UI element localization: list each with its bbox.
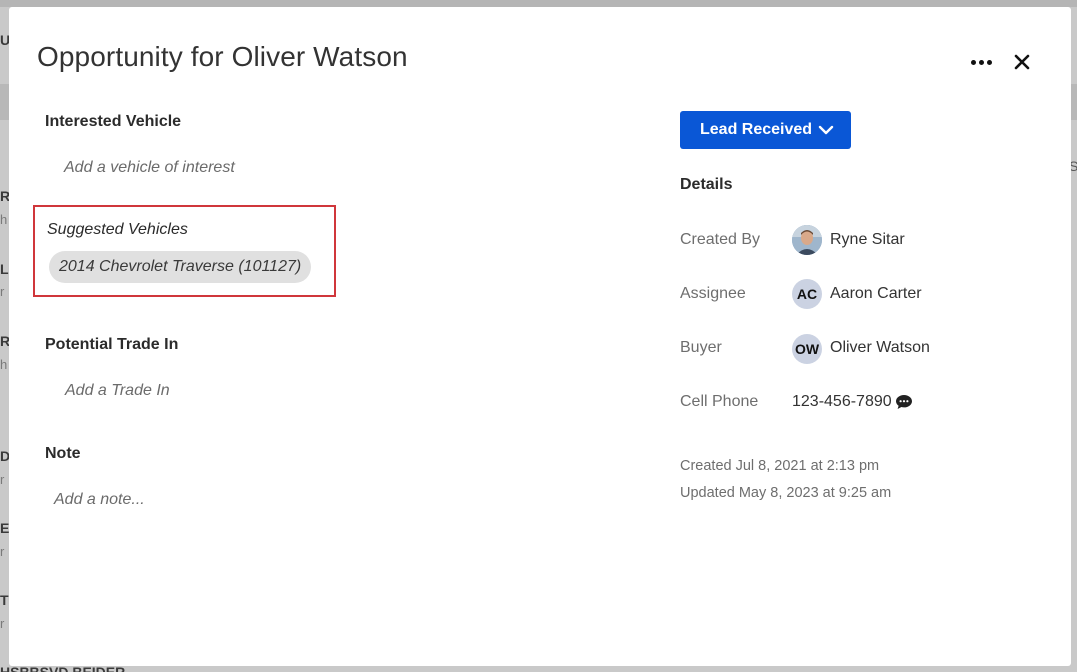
background-text-fragment: R [0,188,9,204]
background-text-fragment: h [0,212,8,227]
more-dot-icon [986,59,992,65]
background-text-fragment: r [0,472,5,487]
avatar: OW [792,334,822,364]
status-dropdown-label: Lead Received [700,121,813,138]
more-dot-icon [970,59,976,65]
add-trade-in-link[interactable]: Add a Trade In [65,382,170,400]
more-options-button[interactable] [967,49,995,75]
note-label: Note [45,445,81,462]
close-button[interactable] [1009,49,1035,75]
assignee-label: Assignee [680,285,746,302]
potential-trade-in-label: Potential Trade In [45,336,179,353]
suggested-vehicles-panel: Suggested Vehicles 2014 Chevrolet Traver… [33,205,336,297]
buyer-value: Oliver Watson [830,339,930,356]
background-text-fragment: E [0,520,9,536]
created-by-label: Created By [680,231,761,248]
interested-vehicle-label: Interested Vehicle [45,113,182,130]
cell-phone-value: 123-456-7890 [792,393,892,410]
suggested-vehicle-chip[interactable]: 2014 Chevrolet Traverse (101127) [49,251,312,283]
background-text-fragment: U [0,32,9,48]
created-by-value: Ryne Sitar [830,231,905,248]
assignee-value: Aaron Carter [830,285,922,302]
background-text-fragment: r [0,544,5,559]
cell-phone-label: Cell Phone [680,393,759,410]
background-topbar [0,0,1077,7]
close-icon [1014,54,1030,70]
background-text-fragment: r [0,284,5,299]
background-row-strip [0,84,9,120]
chevron-down-icon [818,125,834,135]
avatar: AC [792,279,822,309]
opportunity-modal: Opportunity for Oliver Watson Interested… [9,7,1071,666]
background-text-fragment: D [0,448,9,464]
background-text-fragment: T [0,592,9,608]
background-text-fragment: h [0,357,8,372]
details-heading: Details [680,176,733,193]
avatar [792,225,822,255]
background-text-fragment: L [0,261,9,277]
buyer-label: Buyer [680,339,722,356]
modal-title: Opportunity for Oliver Watson [37,41,408,72]
status-dropdown-button[interactable]: Lead Received [680,111,851,149]
suggested-vehicles-label: Suggested Vehicles [47,221,188,238]
user-photo-icon [792,225,822,255]
add-note-input[interactable]: Add a note... [54,491,145,509]
background-text-fragment: r [0,616,5,631]
add-vehicle-of-interest-link[interactable]: Add a vehicle of interest [64,159,235,177]
updated-timestamp: Updated May 8, 2023 at 9:25 am [680,485,892,501]
created-timestamp: Created Jul 8, 2021 at 2:13 pm [680,458,880,474]
background-text-fragment: R [0,333,9,349]
more-dot-icon [978,59,984,65]
sms-icon[interactable] [895,394,913,410]
